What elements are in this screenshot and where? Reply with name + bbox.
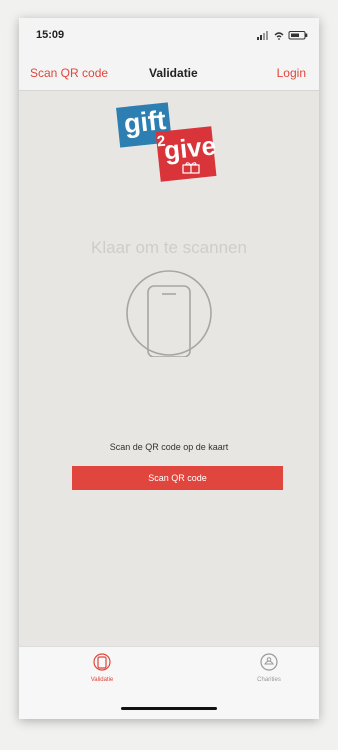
battery-icon xyxy=(288,31,308,40)
home-indicator xyxy=(121,707,217,710)
phone-screen: 15:09 Scan QR code Validatie Login gift … xyxy=(19,18,319,719)
main-content: gift 2 give Klaar om te scannen Scan de … xyxy=(19,91,319,664)
ready-to-scan-text: Klaar om te scannen xyxy=(91,238,247,257)
status-bar: 15:09 xyxy=(19,18,319,56)
wifi-icon xyxy=(274,32,284,40)
phone-scan-icon xyxy=(126,270,212,357)
phone-icon xyxy=(93,653,111,671)
status-time: 15:09 xyxy=(36,29,65,41)
tab-validatie-label: Validatie xyxy=(90,677,114,683)
scan-qr-code-back-button[interactable]: Scan QR code xyxy=(30,66,108,80)
login-button[interactable]: Login xyxy=(277,66,306,80)
status-icons xyxy=(257,31,308,40)
gift-box-icon xyxy=(182,162,200,174)
signal-icon xyxy=(257,31,268,40)
navigation-bar: Scan QR code Validatie Login xyxy=(19,56,319,91)
gift2give-logo: gift 2 give xyxy=(116,97,217,185)
scan-instruction-text: Scan de QR code op de kaart xyxy=(109,442,229,452)
tab-charities-label: Charities xyxy=(257,677,281,683)
tab-charities[interactable]: Charities xyxy=(239,653,299,683)
scan-qr-code-button[interactable]: Scan QR code xyxy=(72,466,283,490)
page-title: Validatie xyxy=(149,66,198,80)
charity-icon xyxy=(260,653,278,671)
tab-validatie[interactable]: Validatie xyxy=(72,653,132,683)
